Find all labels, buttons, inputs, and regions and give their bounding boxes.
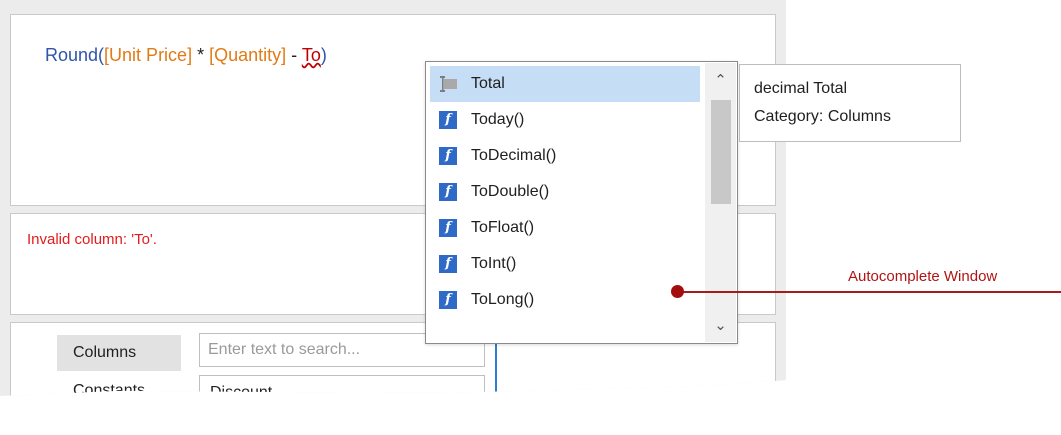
- callout-line: [678, 291, 1061, 293]
- field-list-item[interactable]: Discount: [210, 384, 474, 396]
- category-constants[interactable]: Constants: [57, 373, 181, 396]
- function-icon: f: [439, 255, 457, 273]
- scroll-up-icon[interactable]: ⌃: [705, 63, 736, 97]
- function-icon: f: [439, 219, 457, 237]
- autocomplete-scrollbar[interactable]: ⌃ ⌄: [705, 63, 736, 342]
- field-list: Discount: [199, 375, 485, 396]
- tooltip-category: Category: Columns: [754, 108, 891, 125]
- autocomplete-item-label: Today(): [471, 111, 525, 128]
- token-error-to: To: [301, 45, 321, 65]
- autocomplete-item-tolong[interactable]: f ToLong(): [430, 282, 700, 318]
- callout-label: Autocomplete Window: [848, 268, 998, 285]
- autocomplete-item-todouble[interactable]: f ToDouble(): [430, 174, 700, 210]
- function-icon: f: [439, 147, 457, 165]
- autocomplete-item-label: ToDouble(): [471, 183, 550, 200]
- function-icon: f: [439, 111, 457, 129]
- scroll-down-icon[interactable]: ⌄: [705, 308, 736, 342]
- token-function: Round(: [45, 45, 105, 65]
- autocomplete-item-label: ToFloat(): [471, 219, 535, 236]
- autocomplete-item-total[interactable]: Total: [430, 66, 700, 102]
- token-close-paren: ): [320, 45, 327, 65]
- scrollbar-thumb[interactable]: [711, 100, 731, 204]
- autocomplete-item-tofloat[interactable]: f ToFloat(): [430, 210, 700, 246]
- token-column-unit-price: [Unit Price]: [104, 45, 193, 65]
- autocomplete-item-today[interactable]: f Today(): [430, 102, 700, 138]
- callout-dot: [671, 285, 684, 298]
- autocomplete-item-label: ToInt(): [471, 255, 517, 272]
- autocomplete-item-todecimal[interactable]: f ToDecimal(): [430, 138, 700, 174]
- function-icon: f: [439, 291, 457, 309]
- tooltip-signature: decimal Total: [754, 80, 848, 97]
- category-columns[interactable]: Columns: [57, 335, 181, 371]
- autocomplete-item-label: ToLong(): [471, 291, 535, 308]
- autocomplete-item-label: Total: [471, 75, 505, 92]
- autocomplete-item-toint[interactable]: f ToInt(): [430, 246, 700, 282]
- autocomplete-tooltip: decimal Total Category: Columns: [739, 64, 961, 142]
- error-message: Invalid column: 'To'.: [27, 231, 157, 248]
- autocomplete-window: Total f Today() f ToDecimal() f ToDouble…: [425, 61, 738, 344]
- column-icon: [439, 75, 457, 93]
- token-operator-minus: -: [286, 45, 302, 65]
- expression-text: Round([Unit Price] * [Quantity] - To): [45, 45, 327, 66]
- function-icon: f: [439, 183, 457, 201]
- token-operator-multiply: *: [192, 45, 210, 65]
- token-column-quantity: [Quantity]: [209, 45, 287, 65]
- autocomplete-item-label: ToDecimal(): [471, 147, 557, 164]
